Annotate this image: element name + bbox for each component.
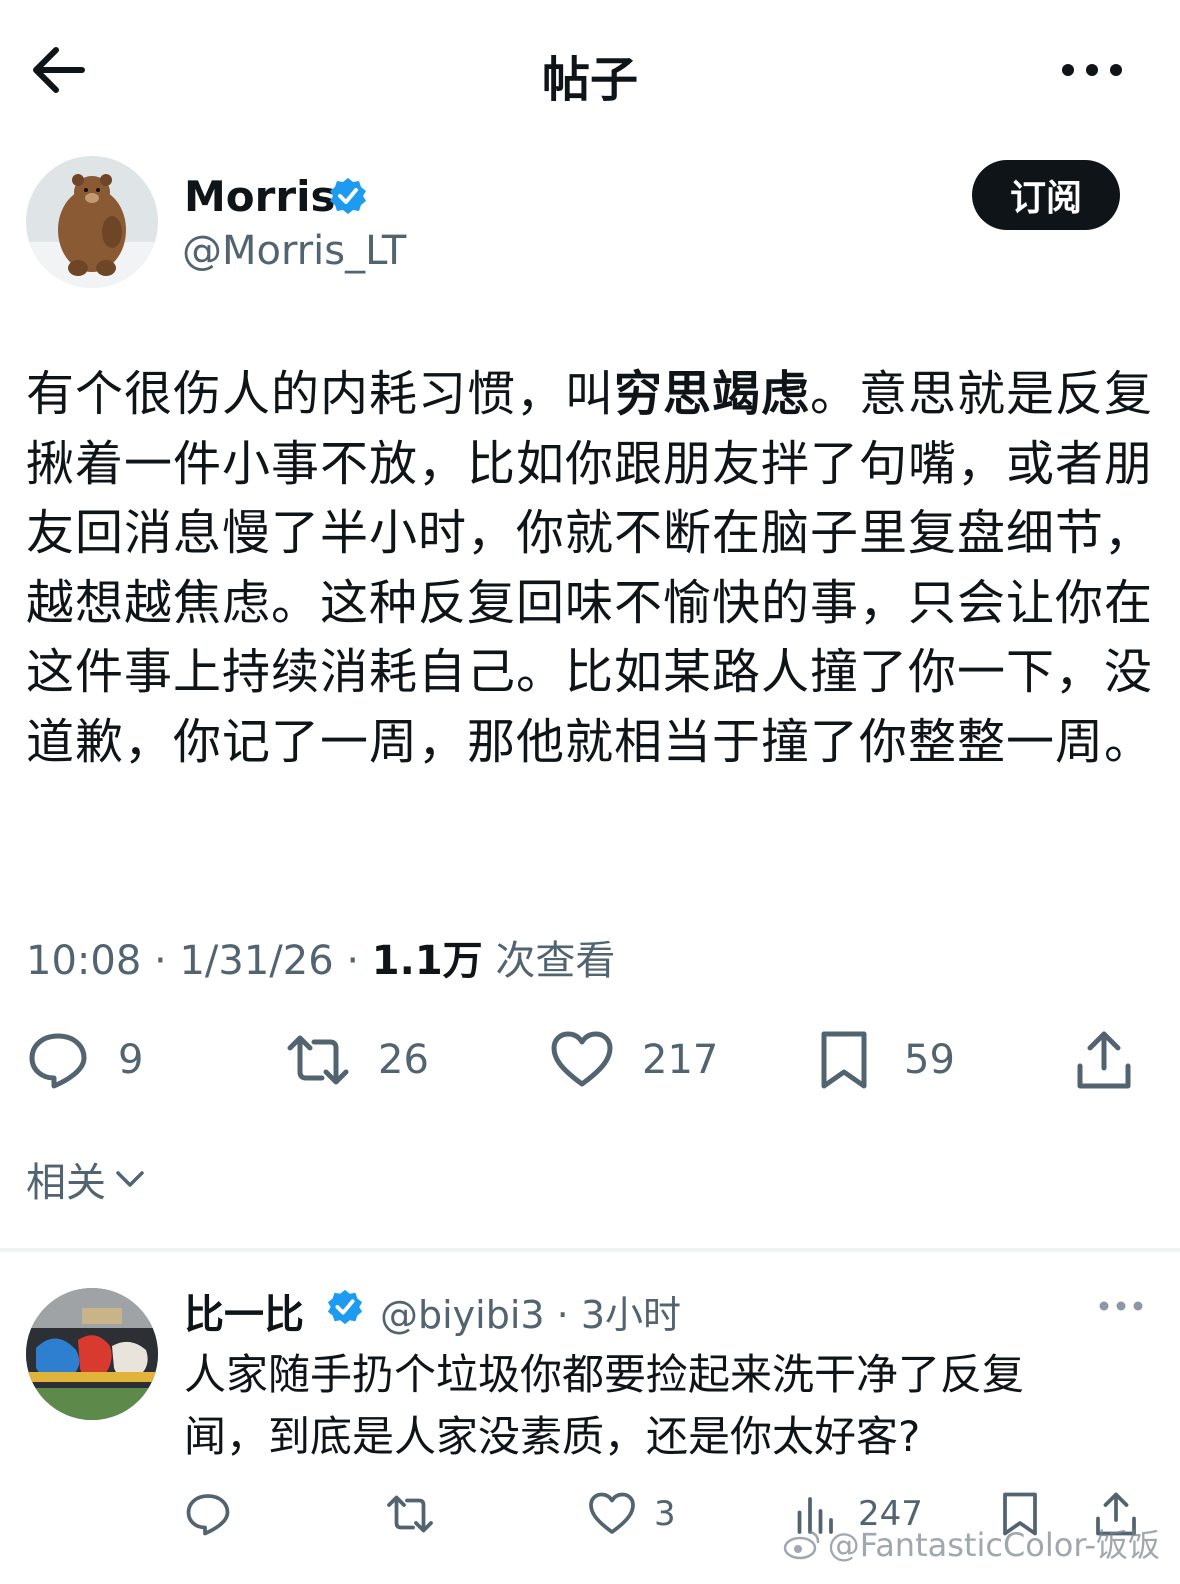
related-label: 相关	[26, 1160, 106, 1206]
like-count: 217	[642, 1037, 719, 1083]
bookmark-button[interactable]: 59	[812, 1020, 955, 1100]
reply-like-count: 3	[654, 1494, 676, 1534]
post-text-part: 有个很伤人的内耗习惯，叫	[26, 366, 615, 422]
post-date[interactable]: 1/31/26	[179, 938, 333, 984]
reply-repost-button[interactable]	[386, 1484, 434, 1544]
subscribe-button[interactable]: 订阅	[972, 160, 1120, 230]
watermark-text: @FantasticColor-饭饭	[827, 1526, 1160, 1564]
repost-button[interactable]: 26	[286, 1020, 429, 1100]
repost-icon	[287, 1035, 349, 1085]
meta-separator: ·	[346, 938, 360, 984]
more-options-icon[interactable]	[1098, 1296, 1144, 1316]
post-actions: 9 26 217 59	[0, 1020, 1180, 1100]
like-button[interactable]: 217	[550, 1020, 718, 1100]
verified-badge-icon	[328, 176, 368, 216]
post-meta: 10:08 · 1/31/26 · 1.1万 次查看	[26, 928, 615, 986]
reply-icon	[186, 1494, 230, 1536]
reply-author-name[interactable]: 比一比	[184, 1282, 304, 1340]
bookmark-icon	[821, 1031, 867, 1089]
reply-button[interactable]: 9	[26, 1020, 143, 1100]
views-label: 次查看	[495, 938, 616, 984]
views-count: 1.1万	[371, 938, 483, 984]
post-time[interactable]: 10:08	[26, 938, 141, 984]
heart-icon	[589, 1492, 635, 1534]
chevron-down-icon	[116, 1171, 144, 1187]
avatar[interactable]	[26, 156, 158, 288]
meta-separator: ·	[154, 938, 167, 984]
repost-count: 26	[378, 1037, 429, 1083]
more-options-icon[interactable]	[1060, 52, 1124, 88]
heart-icon	[551, 1031, 613, 1087]
post-text: 有个很伤人的内耗习惯，叫穷思竭虑。意思就是反复揪着一件小事不放，比如你跟朋友拌了…	[26, 360, 1156, 777]
share-icon	[1077, 1031, 1131, 1089]
watermark: @FantasticColor-饭饭	[782, 1520, 1160, 1566]
reply-avatar[interactable]	[26, 1288, 158, 1420]
post-author: Morris @Morris_LT 订阅	[0, 150, 1180, 300]
repost-icon	[387, 1495, 433, 1533]
reply-icon	[29, 1033, 87, 1089]
reply-reply-button[interactable]	[184, 1484, 232, 1544]
author-name[interactable]: Morris	[184, 172, 335, 221]
share-button[interactable]	[1072, 1020, 1136, 1100]
author-handle[interactable]: @Morris_LT	[182, 228, 406, 274]
page-title: 帖子	[541, 52, 638, 108]
top-bar: 帖子	[0, 0, 1180, 140]
reply-count: 9	[118, 1037, 144, 1083]
reply-text: 人家随手扔个垃圾你都要捡起来洗干净了反复闻，到底是人家没素质，还是你太好客?	[184, 1350, 1025, 1461]
reply-handle-time[interactable]: @biyibi3 · 3小时	[380, 1284, 681, 1339]
related-toggle[interactable]: 相关	[26, 1150, 148, 1208]
bookmark-count: 59	[904, 1037, 955, 1083]
post-text-bold: 穷思竭虑	[614, 366, 811, 422]
reply-like-button[interactable]: 3	[588, 1484, 676, 1544]
post-text-part: 。意思就是反复揪着一件小事不放，比如你跟朋友拌了句嘴，或者朋友回消息慢了半小时，…	[26, 366, 1154, 770]
verified-badge-icon	[326, 1288, 364, 1326]
weibo-logo-icon	[783, 1530, 819, 1560]
